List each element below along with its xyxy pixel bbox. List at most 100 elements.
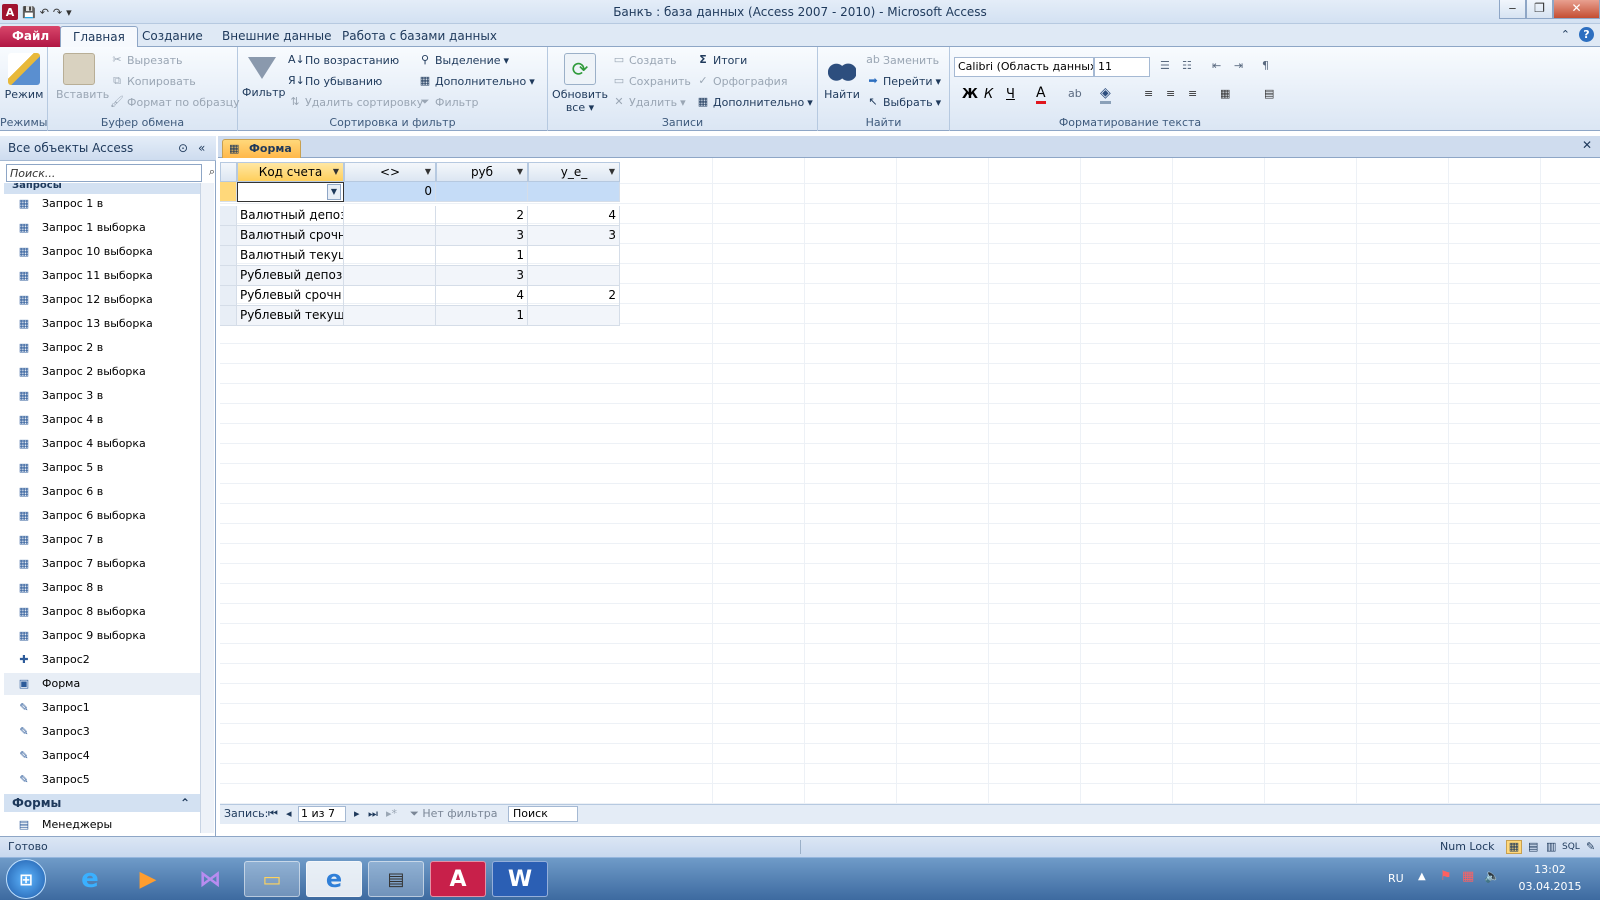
chevron-down-icon[interactable]: ▼ [333, 163, 339, 181]
table-cell[interactable] [344, 306, 436, 326]
spelling-button[interactable]: ✓ Орфография [696, 74, 787, 88]
goto-button[interactable]: ➡ Перейти ▾ [866, 74, 941, 88]
font-color-icon[interactable]: A [1036, 85, 1046, 104]
align-center-icon[interactable]: ≡ [1166, 87, 1175, 100]
pivot-chart-view-icon[interactable]: ▥ [1546, 837, 1556, 857]
record-selector[interactable] [220, 226, 237, 246]
nav-item[interactable]: ▦ Запрос 1 выборка [4, 217, 200, 239]
nav-item[interactable]: ✚ Запрос2 [4, 649, 200, 671]
nav-group-forms[interactable]: Формы ⌃ [4, 794, 200, 812]
nav-item[interactable]: ▦ Запрос 6 выборка [4, 505, 200, 527]
mode-button[interactable]: Режим [4, 53, 44, 101]
new-record-nav-icon[interactable]: ▸* [386, 805, 397, 823]
tab-database-tools[interactable]: Работа с базами данных [330, 26, 509, 47]
select-button[interactable]: ↖ Выбрать ▾ [866, 95, 941, 109]
clock-time[interactable]: 13:02 [1520, 863, 1580, 876]
next-record-icon[interactable]: ▸ [354, 805, 360, 823]
bold-button[interactable]: Ж [962, 87, 978, 102]
table-cell[interactable] [528, 306, 620, 326]
table-cell[interactable]: 3 [436, 226, 528, 246]
record-selector[interactable] [220, 246, 237, 266]
table-cell[interactable] [344, 226, 436, 246]
column-header[interactable]: у_е_ ▼ [528, 162, 620, 182]
font-size-combo[interactable]: 11 [1094, 57, 1150, 77]
delete-record-button[interactable]: ✕ Удалить ▾ [612, 95, 685, 109]
table-cell[interactable]: 4 [436, 286, 528, 306]
record-selector[interactable] [220, 266, 237, 286]
record-selector[interactable] [220, 286, 237, 306]
column-header[interactable]: <> ▼ [344, 162, 436, 182]
first-record-icon[interactable]: ⏮ [268, 805, 278, 823]
action-center-icon[interactable]: ⚑ [1440, 869, 1452, 884]
totals-button[interactable]: Σ Итоги [696, 53, 747, 67]
network-icon[interactable]: ▦ [1462, 869, 1474, 884]
decrease-indent-icon[interactable]: ⇤ [1212, 59, 1221, 72]
tab-file[interactable]: Файл [0, 26, 62, 47]
record-position-input[interactable]: 1 из 7 [298, 806, 346, 822]
nav-item[interactable]: ▦ Запрос 6 в [4, 481, 200, 503]
font-name-combo[interactable]: Calibri (Область данных) [954, 57, 1094, 77]
nav-item[interactable]: ▦ Запрос 13 выборка [4, 313, 200, 335]
nav-dropdown-icon[interactable]: ⊙ [178, 136, 188, 160]
format-painter-button[interactable]: 🖌 Формат по образцу [110, 95, 240, 109]
nav-item[interactable]: ▦ Запрос 12 выборка [4, 289, 200, 311]
nav-item[interactable]: ✎ Запрос5 [4, 769, 200, 791]
fill-color-icon[interactable]: ◈ [1100, 85, 1111, 104]
table-cell[interactable] [344, 266, 436, 286]
record-selector[interactable] [220, 306, 237, 326]
design-view-icon[interactable]: ✎ [1586, 837, 1595, 857]
nav-item[interactable]: ▦ Запрос 11 выборка [4, 265, 200, 287]
volume-icon[interactable]: 🔈 [1484, 869, 1500, 884]
table-cell[interactable]: 3 [436, 266, 528, 286]
records-more-button[interactable]: ▦ Дополнительно ▾ [696, 95, 813, 109]
no-filter-button[interactable]: ⏷ Нет фильтра [410, 805, 497, 823]
nav-form-managers[interactable]: ▤ Менеджеры [4, 814, 200, 836]
increase-indent-icon[interactable]: ⇥ [1234, 59, 1243, 72]
alternate-row-color-icon[interactable]: ▤ [1264, 87, 1274, 100]
nav-item[interactable]: ▦ Запрос 8 в [4, 577, 200, 599]
underline-button[interactable]: Ч [1006, 87, 1015, 102]
word-taskbar-icon[interactable]: W [492, 861, 548, 897]
nav-item[interactable]: ✎ Запрос3 [4, 721, 200, 743]
replace-button[interactable]: ab Заменить [866, 53, 939, 67]
nav-item[interactable]: ✎ Запрос1 [4, 697, 200, 719]
sort-descending-button[interactable]: Я↓ По убыванию [288, 74, 382, 88]
nav-item[interactable]: ▦ Запрос 4 в [4, 409, 200, 431]
language-indicator[interactable]: RU [1388, 872, 1404, 885]
table-cell[interactable]: 4 [528, 206, 620, 226]
nav-pane-header[interactable]: Все объекты Access ⊙ « [0, 136, 216, 161]
nav-item[interactable]: ▦ Запрос 5 в [4, 457, 200, 479]
clock-date[interactable]: 03.04.2015 [1508, 880, 1592, 893]
datasheet-view-icon[interactable]: ▦ [1506, 840, 1522, 854]
table-cell[interactable]: Рублевый депоз [237, 266, 344, 286]
gridlines-icon[interactable]: ▦ [1220, 87, 1230, 100]
sort-ascending-button[interactable]: A↓ По возрастанию [288, 53, 399, 67]
numbering-icon[interactable]: ☷ [1182, 59, 1192, 72]
filter-button[interactable]: Фильтр [242, 53, 286, 99]
table-cell[interactable]: Валютный срочн [237, 226, 344, 246]
table-cell[interactable] [528, 182, 620, 202]
table-cell[interactable]: 3 [528, 226, 620, 246]
table-cell[interactable]: Валютный депоз [237, 206, 344, 226]
record-search-input[interactable]: Поиск [508, 806, 578, 822]
toggle-filter-button[interactable]: ⏷ Фильтр [418, 95, 479, 109]
record-selector[interactable] [220, 206, 237, 226]
prev-record-icon[interactable]: ◂ [286, 805, 292, 823]
nav-item[interactable]: ▦ Запрос 7 выборка [4, 553, 200, 575]
nav-item[interactable]: ▦ Запрос 1 в [4, 193, 200, 215]
align-right-icon[interactable]: ≡ [1188, 87, 1197, 100]
nav-item[interactable]: ▦ Запрос 9 выборка [4, 625, 200, 647]
tab-home[interactable]: Главная [60, 26, 138, 47]
highlight-icon[interactable]: ab [1068, 87, 1082, 100]
table-cell[interactable]: Рублевый текущ [237, 306, 344, 326]
italic-button[interactable]: К [984, 87, 993, 102]
nav-item[interactable]: ▦ Запрос 4 выборка [4, 433, 200, 455]
table-cell[interactable] [528, 266, 620, 286]
find-button[interactable]: Найти [824, 53, 860, 101]
document-taskbar-icon[interactable]: ▤ [368, 861, 424, 897]
access-taskbar-icon[interactable]: A [430, 861, 486, 897]
copy-button[interactable]: ⧉ Копировать [110, 74, 196, 88]
table-cell[interactable]: Рублевый срочн [237, 286, 344, 306]
table-cell[interactable]: Валютный текущ [237, 246, 344, 266]
save-record-button[interactable]: ▭ Сохранить [612, 74, 691, 88]
